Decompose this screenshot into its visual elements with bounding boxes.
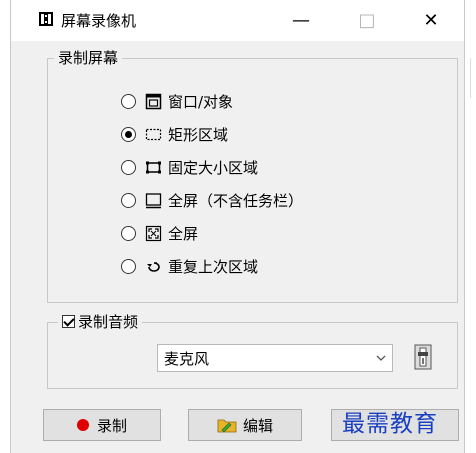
fixed-size-icon xyxy=(146,161,161,173)
option-window-object[interactable]: 窗口/对象 xyxy=(121,90,233,112)
background-edge xyxy=(470,58,476,98)
close-button[interactable]: ✕ xyxy=(403,0,459,41)
option-repeat-last[interactable]: 重复上次区域 xyxy=(121,255,258,277)
option-rectangle[interactable]: 矩形区域 xyxy=(121,123,228,145)
record-audio-label: 录制音频 xyxy=(78,313,139,331)
repeat-icon xyxy=(147,261,160,272)
edit-folder-icon xyxy=(217,419,237,433)
radio-repeat-last[interactable] xyxy=(121,258,136,274)
minimize-button[interactable]: — xyxy=(273,0,329,41)
chevron-down-icon xyxy=(376,355,386,361)
record-button[interactable]: 录制 xyxy=(43,409,161,441)
record-button-label: 录制 xyxy=(96,416,127,435)
option-label: 固定大小区域 xyxy=(168,158,259,177)
option-label: 矩形区域 xyxy=(168,125,229,144)
option-label: 窗口/对象 xyxy=(168,92,234,111)
radio-fullscreen-no-taskbar[interactable] xyxy=(121,192,136,208)
option-label: 全屏 xyxy=(168,224,199,243)
audio-settings-icon[interactable] xyxy=(412,344,434,370)
option-label: 全屏（不含任务栏） xyxy=(168,191,304,210)
audio-device-value: 麦克风 xyxy=(164,349,210,368)
option-fixed-size[interactable]: 固定大小区域 xyxy=(121,156,258,178)
fullscreen-icon xyxy=(145,225,162,241)
title-bar: 屏幕录像机 — □ ✕ xyxy=(11,0,464,41)
radio-fullscreen[interactable] xyxy=(121,225,136,241)
edit-button-label: 编辑 xyxy=(242,416,273,435)
edit-button[interactable]: 编辑 xyxy=(188,409,302,441)
option-fullscreen[interactable]: 全屏 xyxy=(121,222,198,244)
audio-device-select[interactable]: 麦克风 xyxy=(157,344,393,372)
radio-window-object[interactable] xyxy=(121,93,136,109)
maximize-button[interactable]: □ xyxy=(339,0,395,41)
record-dot-icon xyxy=(76,419,89,431)
record-audio-checkbox[interactable] xyxy=(62,315,75,328)
record-screen-label: 录制屏幕 xyxy=(54,47,123,68)
window-icon xyxy=(145,93,162,109)
rectangle-select-icon xyxy=(145,128,162,140)
window-title: 屏幕录像机 xyxy=(61,12,137,30)
record-audio-toggle[interactable]: 录制音频 xyxy=(58,311,143,332)
option-label: 重复上次区域 xyxy=(168,257,259,276)
watermark-text: 最需教育 xyxy=(342,411,438,437)
option-fullscreen-no-taskbar[interactable]: 全屏（不含任务栏） xyxy=(121,189,303,211)
radio-fixed-size[interactable] xyxy=(121,159,136,175)
film-icon xyxy=(39,12,53,26)
screen-recorder-window: 屏幕录像机 — □ ✕ 录制屏幕 窗口/对象 矩形区域 固定大小区域 全屏（不含… xyxy=(10,0,465,453)
radio-rectangle[interactable] xyxy=(121,126,136,142)
fullscreen-no-taskbar-icon xyxy=(145,192,162,208)
